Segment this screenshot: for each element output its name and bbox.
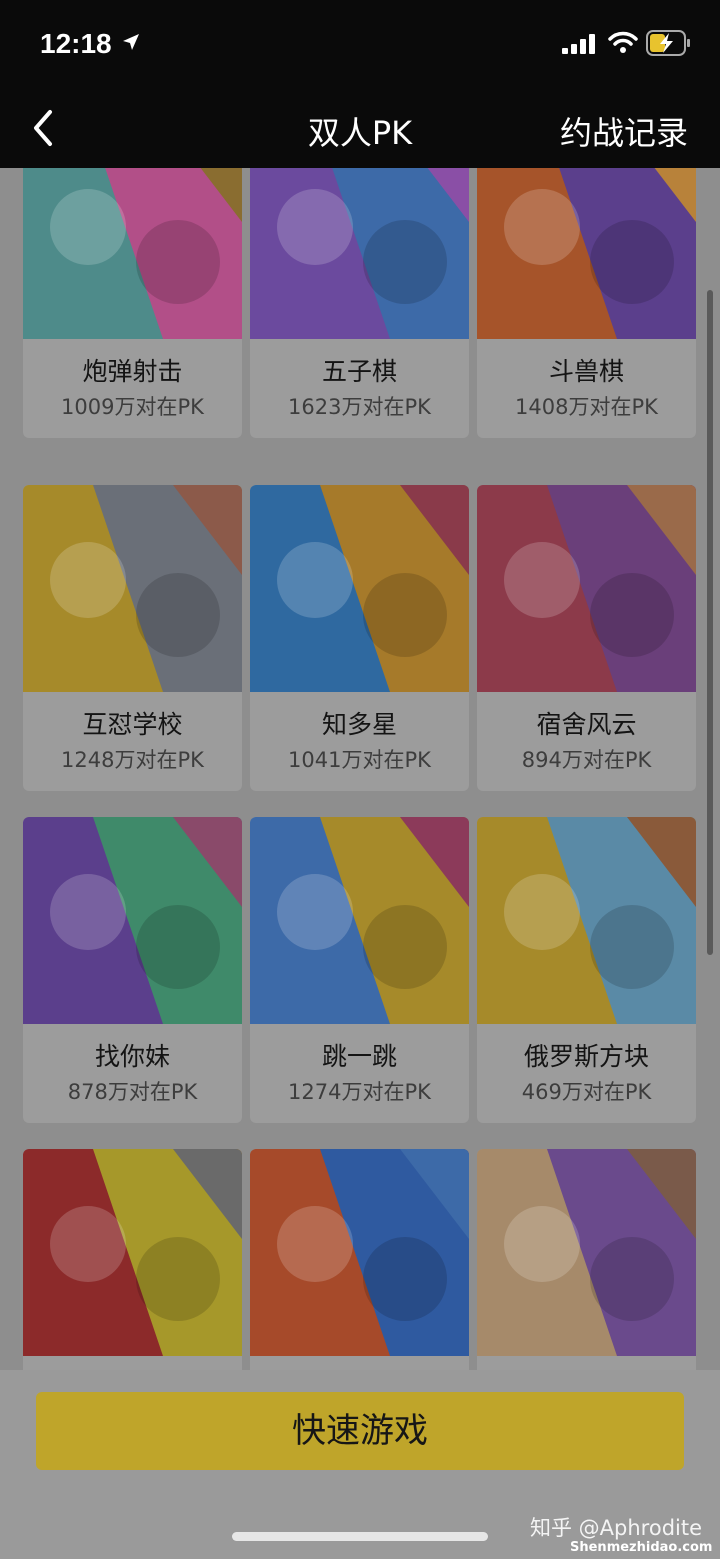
game-name: 五子棋	[321, 357, 397, 386]
game-card[interactable]: 知多星 1041万对在PK	[250, 485, 469, 791]
game-thumbnail	[250, 168, 469, 339]
site-watermark: Shenmezhidao.com	[570, 1540, 713, 1555]
game-thumbnail	[477, 817, 696, 1024]
game-thumbnail	[250, 1149, 469, 1356]
wifi-icon	[608, 31, 638, 53]
game-card[interactable]: 炮弹射击 1009万对在PK	[23, 168, 242, 438]
game-thumbnail	[477, 1149, 696, 1356]
game-thumbnail	[250, 817, 469, 1024]
game-thumbnail	[23, 1149, 242, 1356]
status-time: 12:18	[40, 28, 112, 59]
game-player-count: 1248万对在PK	[61, 748, 204, 772]
game-card[interactable]: 五子棋 1623万对在PK	[250, 168, 469, 438]
game-card[interactable]: 跳一跳 1274万对在PK	[250, 817, 469, 1123]
game-card[interactable]: 俄罗斯方块 469万对在PK	[477, 817, 696, 1123]
game-thumbnail	[23, 485, 242, 692]
game-name: 知多星	[321, 710, 397, 739]
battle-history-link[interactable]: 约战记录	[560, 108, 688, 154]
game-player-count: 878万对在PK	[67, 1080, 198, 1104]
location-arrow-icon	[123, 34, 139, 50]
game-thumbnail	[250, 485, 469, 692]
game-name: 宿舍风云	[536, 710, 637, 739]
game-name: 找你妹	[94, 1042, 170, 1071]
game-thumbnail	[477, 168, 696, 339]
game-card[interactable]	[23, 1149, 242, 1370]
game-player-count: 1623万对在PK	[288, 395, 431, 419]
game-thumbnail	[477, 485, 696, 692]
game-name: 互怼学校	[82, 710, 183, 739]
scrollbar[interactable]	[707, 290, 713, 955]
quick-game-button[interactable]: 快速游戏	[36, 1392, 684, 1470]
game-card[interactable]	[250, 1149, 469, 1370]
game-card[interactable]: 找你妹 878万对在PK	[23, 817, 242, 1123]
game-card[interactable]: 互怼学校 1248万对在PK	[23, 485, 242, 791]
game-card[interactable]: 宿舍风云 894万对在PK	[477, 485, 696, 791]
game-name: 炮弹射击	[82, 357, 183, 386]
game-name: 俄罗斯方块	[523, 1042, 649, 1071]
game-name: 斗兽棋	[548, 357, 624, 386]
cellular-signal-icon	[562, 34, 595, 54]
status-bar: 12:18	[0, 0, 720, 88]
watermark: 知乎 @Aphrodite	[530, 1516, 703, 1540]
nav-bar: 双人PK 约战记录	[0, 88, 720, 168]
game-card[interactable]: 斗兽棋 1408万对在PK	[477, 168, 696, 438]
game-player-count: 469万对在PK	[521, 1080, 652, 1104]
game-thumbnail	[23, 168, 242, 339]
game-player-count: 1274万对在PK	[288, 1080, 431, 1104]
game-player-count: 1041万对在PK	[288, 748, 431, 772]
game-grid: 炮弹射击 1009万对在PK 五子棋 1623万对在PK 斗兽棋 1408万对在PK 互怼学…	[0, 168, 720, 1370]
game-card[interactable]	[477, 1149, 696, 1370]
bottom-bar: 快速游戏 知乎 @Aphrodite Shenmezhidao.com	[0, 1370, 720, 1559]
game-player-count: 894万对在PK	[521, 748, 652, 772]
game-player-count: 1009万对在PK	[61, 395, 204, 419]
battery-charging-icon	[646, 30, 690, 56]
game-player-count: 1408万对在PK	[515, 395, 658, 419]
home-indicator[interactable]	[232, 1532, 488, 1541]
game-name: 跳一跳	[321, 1042, 397, 1071]
game-thumbnail	[23, 817, 242, 1024]
